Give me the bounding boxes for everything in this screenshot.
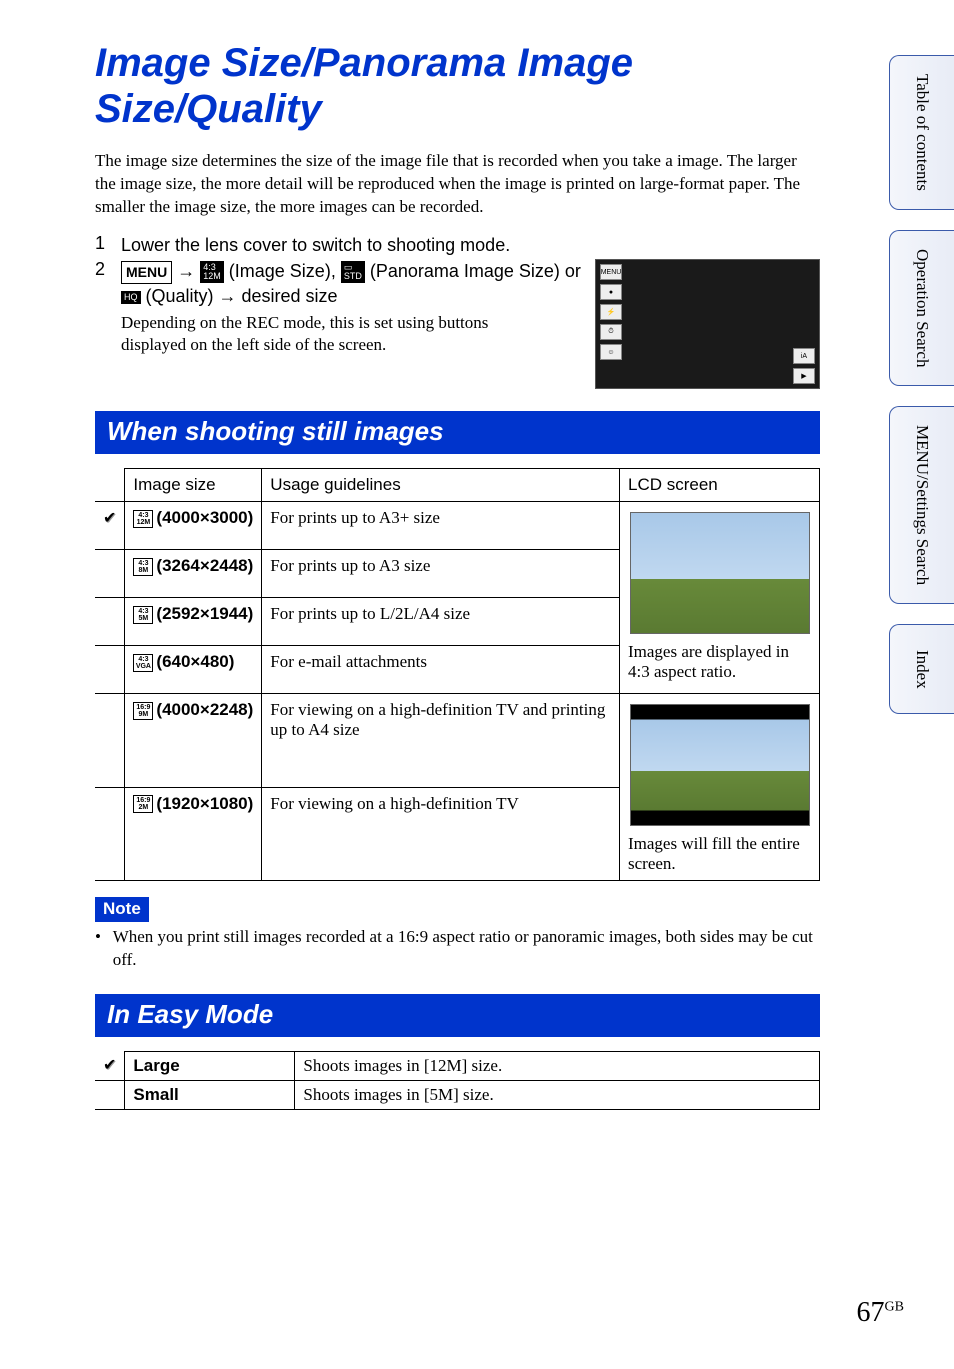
lcd-preview-4-3	[630, 512, 810, 634]
usage-2m: For viewing on a high-definition TV	[262, 787, 620, 881]
thumb-timer-icon: ⏱	[600, 324, 622, 340]
thumb-menu-icon: MENU	[600, 264, 622, 280]
usage-8m: For prints up to A3 size	[262, 550, 620, 598]
note-label: Note	[95, 897, 149, 922]
tab-menu-settings-search[interactable]: MENU/Settings Search	[889, 406, 954, 604]
easy-small-label: Small	[125, 1080, 295, 1109]
default-check	[95, 502, 125, 550]
size-vga: 4:3VGA(640×480)	[125, 646, 262, 694]
usage-12m: For prints up to A3+ size	[262, 502, 620, 550]
tab-index[interactable]: Index	[889, 624, 954, 714]
size-5m: 4:35M(2592×1944)	[125, 598, 262, 646]
easy-small-desc: Shoots images in [5M] size.	[295, 1080, 820, 1109]
col-header-size: Image size	[125, 469, 262, 502]
check-icon	[103, 1055, 116, 1074]
easy-large-label: Large	[125, 1051, 295, 1080]
step-2-note: Depending on the REC mode, this is set u…	[121, 312, 541, 356]
easy-large-desc: Shoots images in [12M] size.	[295, 1051, 820, 1080]
tab-operation-search[interactable]: Operation Search	[889, 230, 954, 386]
check-icon	[103, 508, 116, 527]
size-12m: 4:312M(4000×3000)	[125, 502, 262, 550]
col-header-lcd: LCD screen	[620, 469, 820, 502]
usage-9m: For viewing on a high-definition TV and …	[262, 694, 620, 788]
lcd-16-9: Images will fill the entire screen.	[620, 694, 820, 881]
usage-vga: For e-mail attachments	[262, 646, 620, 694]
page-number: 67GB	[857, 1297, 904, 1329]
lcd-preview-16-9	[630, 704, 810, 826]
thumb-flash-icon: ⚡	[600, 304, 622, 320]
size-8m: 4:38M(3264×2448)	[125, 550, 262, 598]
thumb-smile-icon: ☺	[600, 344, 622, 360]
page-title: Image Size/Panorama Image Size/Quality	[95, 40, 820, 132]
step-2-text: MENU → 4:312M (Image Size), ▭STD (Panora…	[121, 259, 585, 308]
intro-paragraph: The image size determines the size of th…	[95, 150, 820, 219]
thumb-play-icon: ▶	[793, 368, 815, 384]
panorama-icon: ▭STD	[341, 261, 365, 283]
thumb-movie-icon: ●	[600, 284, 622, 300]
quality-icon: HQ	[121, 291, 141, 304]
col-header-usage: Usage guidelines	[262, 469, 620, 502]
usage-5m: For prints up to L/2L/A4 size	[262, 598, 620, 646]
lcd-thumbnail: MENU ● ⚡ ⏱ ☺ iA ▶	[595, 259, 820, 389]
image-size-icon: 4:312M	[200, 261, 224, 283]
size-2m: 16:92M(1920×1080)	[125, 787, 262, 881]
step-number-1: 1	[95, 233, 111, 257]
tab-toc[interactable]: Table of contents	[889, 55, 954, 210]
section-heading-still: When shooting still images	[95, 411, 820, 454]
lcd-4-3: Images are displayed in 4:3 aspect ratio…	[620, 502, 820, 694]
section-heading-easy: In Easy Mode	[95, 994, 820, 1037]
step-number-2: 2	[95, 259, 111, 308]
note-body: • When you print still images recorded a…	[95, 926, 820, 972]
size-9m: 16:99M(4000×2248)	[125, 694, 262, 788]
easy-mode-table: Large Shoots images in [12M] size. Small…	[95, 1051, 820, 1110]
image-size-table: Image size Usage guidelines LCD screen 4…	[95, 468, 820, 881]
easy-default-check	[95, 1051, 125, 1080]
thumb-mode-icon: iA	[793, 348, 815, 364]
menu-badge-icon: MENU	[121, 261, 172, 284]
step-1-text: Lower the lens cover to switch to shooti…	[121, 233, 820, 257]
